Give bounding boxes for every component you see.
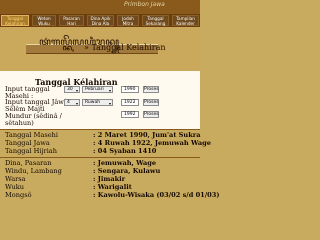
jawa-shift-proses-button[interactable]: Proses — [143, 111, 159, 118]
result-value-wuku: : Warigalit — [93, 183, 132, 191]
chevron-down-icon: ▾ — [108, 101, 111, 106]
result-value-mongso: : Kawolu-Wisaka (03/02 s/d 01/03) — [93, 191, 220, 199]
jawa-month-value: Ruwah — [85, 100, 101, 105]
tab-label-line2: Kelahiran — [5, 21, 25, 26]
result-label-masehi: Tanggal Masehi — [5, 131, 58, 139]
tab-pasaran-hari[interactable]: Pasaran Hari — [59, 15, 84, 26]
top-banner: Primbon Jawa — [0, 0, 200, 14]
jawa-label: Input tanggal Jâwâ Sêlêm Majti Mundur (s… — [5, 99, 68, 127]
jawa-shift-value: 1992 — [124, 112, 136, 117]
jawa-label-line4: sêtahun) — [5, 119, 34, 127]
tab-label-line2: Sekarang — [145, 21, 166, 26]
breadcrumb-separator: » — [84, 43, 89, 52]
masehi-proses-button[interactable]: Proses — [143, 86, 159, 93]
chevron-down-icon: ▾ — [75, 101, 78, 106]
result-label-warsa: Warsa — [5, 175, 26, 183]
result-label-wuku: Wuku — [5, 183, 24, 191]
jawa-day-value: 4 — [67, 100, 70, 105]
result-label-dina-pasaran: Dina, Pasaran — [5, 159, 52, 167]
tab-dina-apik[interactable]: Dina Apik Dina Ala — [87, 15, 114, 26]
result-value-warsa: : Jimakir — [93, 175, 126, 183]
jawa-year-value: 1922 — [124, 100, 136, 105]
result-value-jawa: : 4 Ruwah 1922, Jemuwah Wage — [93, 139, 211, 147]
jawa-proses-button[interactable]: Proses — [143, 99, 159, 106]
divider — [0, 157, 200, 158]
masehi-day-value: 30 — [67, 87, 73, 92]
result-value-masehi: : 2 Maret 1990, Jum'at Sukra — [93, 131, 201, 139]
page-title-text: Tanggal Kelahiran — [91, 43, 166, 52]
masehi-month-value: Pebruari — [85, 87, 104, 92]
masehi-year-value: 1990 — [124, 87, 136, 92]
tab-label-line2: Kalender — [176, 21, 195, 26]
tab-tampilan-kalender[interactable]: Tampilan Kalender — [172, 15, 199, 26]
tab-label-line2: Mitra — [122, 21, 134, 26]
tab-weton-wuku[interactable]: Weton Wuku — [32, 15, 56, 26]
chevron-down-icon: ▾ — [108, 88, 111, 93]
result-value-windu-lambang: : Sengara, Kulawu — [93, 167, 161, 175]
result-label-hijriah: Tanggal Hijriah — [5, 147, 57, 155]
jawa-day-select[interactable]: 4 ▾ — [64, 99, 80, 106]
jawa-shift-input[interactable]: 1992 — [121, 111, 139, 118]
result-label-jawa: Tanggal Jawa — [5, 139, 50, 147]
masehi-year-input[interactable]: 1990 — [121, 86, 139, 93]
tab-tanggal-kelahiran[interactable]: Tanggal Kelahiran — [1, 15, 29, 26]
page-title: » Tanggal Kelahiran — [84, 43, 165, 52]
app-title: Primbon Jawa — [124, 1, 165, 8]
masehi-day-select[interactable]: 30 ▾ — [64, 86, 80, 93]
tab-jodoh-mitra[interactable]: Jodoh Mitra — [117, 15, 139, 26]
jawa-month-select[interactable]: Ruwah ▾ — [82, 99, 113, 106]
tab-label-line2: Hari — [67, 21, 76, 26]
result-value-dina-pasaran: : Jemuwah, Wage — [93, 159, 157, 167]
divider — [0, 129, 200, 130]
nav-bar: Tanggal Kelahiran Weton Wuku Pasaran Har… — [0, 14, 200, 27]
tab-label-line2: Wuku — [38, 21, 50, 26]
jawa-year-input[interactable]: 1922 — [121, 99, 139, 106]
masehi-month-select[interactable]: Pebruari ▾ — [82, 86, 113, 93]
chevron-down-icon: ▾ — [75, 88, 78, 93]
result-label-windu-lambang: Windu, Lambang — [5, 167, 62, 175]
tab-tanggal-sekarang[interactable]: Tanggal Sekarang — [142, 15, 169, 26]
result-label-mongso: Mongsô — [5, 191, 32, 199]
result-value-hijriah: : 04 Syaban 1410 — [93, 147, 157, 155]
tab-label-line2: Dina Ala — [91, 21, 110, 26]
